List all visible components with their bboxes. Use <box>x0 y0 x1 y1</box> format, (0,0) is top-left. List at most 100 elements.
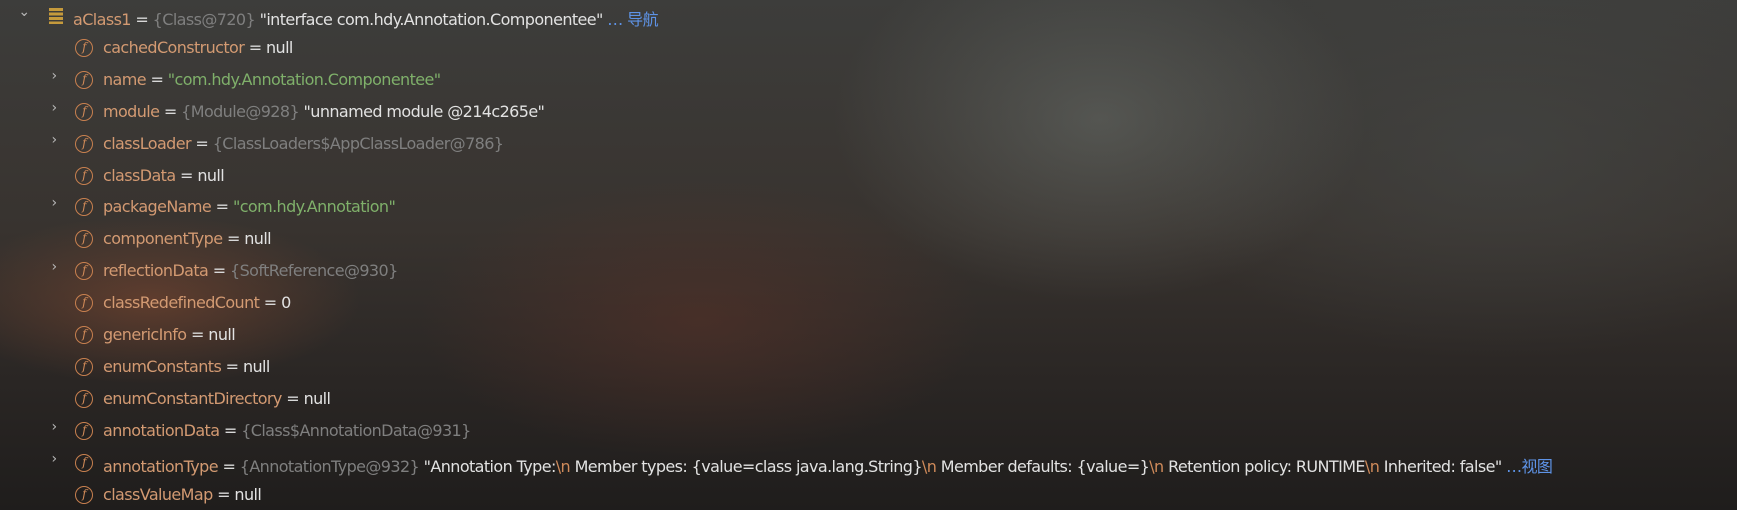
tree-row-reflectionData[interactable]: › f reflectionData = {SoftReference@930} <box>0 256 1737 286</box>
chevron-right-icon[interactable]: › <box>48 420 60 434</box>
tree-row-classValueMap[interactable]: f classValueMap = null <box>0 480 1737 510</box>
field-name: packageName <box>103 197 212 217</box>
field-value: null <box>266 37 293 57</box>
field-value: 0 <box>281 293 291 313</box>
equals-sign: = <box>221 356 243 376</box>
tree-row-genericInfo[interactable]: f genericInfo = null <box>0 320 1737 350</box>
field-value: Inherited: false" <box>1379 456 1502 476</box>
equals-sign: = <box>281 388 304 408</box>
field-icon: f <box>75 389 93 408</box>
equals-sign: = <box>222 229 245 249</box>
field-icon: f <box>75 485 93 504</box>
static-field-stack-icon <box>49 8 63 24</box>
field-name: classLoader <box>103 133 192 153</box>
chevron-right-icon[interactable]: › <box>48 260 60 274</box>
tree-row-classLoader[interactable]: › f classLoader = {ClassLoaders$AppClassLo… <box>0 129 1737 159</box>
escape-sequence: \n <box>921 456 937 476</box>
equals-sign: = <box>219 420 242 440</box>
field-label: enumConstantDirectory = null <box>103 388 331 408</box>
field-icon: f <box>75 357 93 376</box>
field-label: classRedefinedCount = 0 <box>103 293 291 312</box>
field-icon: f <box>75 421 93 440</box>
field-name: module <box>103 101 160 121</box>
chevron-right-icon[interactable]: › <box>48 101 60 115</box>
variable-name: aClass1 <box>73 10 131 29</box>
chevron-right-icon[interactable]: › <box>48 196 60 210</box>
field-icon: f <box>75 102 93 121</box>
equals-sign: = <box>190 133 213 153</box>
field-name: enumConstants <box>103 356 222 376</box>
field-label: cachedConstructor = null <box>103 38 293 57</box>
view-link[interactable]: …视图 <box>1502 457 1553 476</box>
field-value: Retention policy: RUNTIME <box>1163 456 1365 476</box>
field-value: Member types: {value=class java.lang.Str… <box>570 456 923 476</box>
field-value: null <box>234 484 262 504</box>
equals-sign: = <box>145 69 168 89</box>
type-reference: {ClassLoaders$AppClassLoader@786} <box>212 133 504 153</box>
chevron-right-icon[interactable]: › <box>48 69 60 83</box>
field-label: genericInfo = null <box>103 325 236 344</box>
escape-sequence: \n <box>1149 456 1164 476</box>
equals-sign: = <box>211 197 233 217</box>
field-label: classLoader = {ClassLoaders$AppClassLoad… <box>103 133 504 153</box>
chevron-right-icon[interactable]: › <box>48 133 60 147</box>
escape-sequence: \n <box>1364 456 1380 476</box>
field-icon: f <box>75 294 93 313</box>
field-icon: f <box>75 134 93 153</box>
field-value: null <box>303 388 331 408</box>
equals-sign: = <box>244 37 266 57</box>
tree-row-packageName[interactable]: › f packageName = "com.hdy.Annotation" <box>0 192 1737 222</box>
equals-sign: = <box>217 456 240 476</box>
field-name: annotationData <box>103 420 220 440</box>
tree-row-annotationData[interactable]: › f annotationData = {Class$AnnotationData… <box>0 416 1737 446</box>
type-reference: {Class@720} <box>152 10 256 29</box>
type-reference: {Class$AnnotationData@931} <box>241 420 471 440</box>
tree-row-annotationType[interactable]: › f annotationType = {AnnotationType@932} … <box>0 448 1737 478</box>
field-label: classData = null <box>103 165 225 185</box>
field-name: enumConstantDirectory <box>103 388 282 408</box>
tree-row-enumConstantDirectory[interactable]: f enumConstantDirectory = null <box>0 384 1737 414</box>
field-name: cachedConstructor <box>103 37 245 57</box>
field-value: "com.hdy.Annotation.Componentee" <box>167 69 441 89</box>
field-value: "com.hdy.Annotation" <box>232 197 396 217</box>
field-name: classRedefinedCount <box>103 293 260 313</box>
field-value: "Annotation Type: <box>419 456 557 476</box>
field-label: annotationData = {Class$AnnotationData@9… <box>103 421 471 440</box>
tree-row-cachedConstructor[interactable]: f cachedConstructor = null <box>0 33 1737 63</box>
field-value: "unnamed module @214c265e" <box>299 101 545 121</box>
field-label: annotationType = {AnnotationType@932} "A… <box>103 453 1553 477</box>
field-icon: f <box>75 38 93 57</box>
field-value: null <box>244 229 272 249</box>
field-icon: f <box>75 198 93 217</box>
field-value: Member defaults: {value=} <box>936 456 1150 476</box>
equals-sign: = <box>186 325 209 344</box>
field-value: null <box>242 356 270 376</box>
chevron-right-icon[interactable]: › <box>48 452 60 466</box>
tree-row-classRedefinedCount[interactable]: f classRedefinedCount = 0 <box>0 288 1737 318</box>
field-icon: f <box>75 262 93 281</box>
field-icon: f <box>75 326 93 344</box>
tree-row-componentType[interactable]: f componentType = null <box>0 224 1737 254</box>
chevron-down-icon[interactable]: ⌄ <box>18 5 30 19</box>
type-reference: {SoftReference@930} <box>230 261 398 281</box>
field-name: classData <box>103 165 176 185</box>
field-icon: f <box>75 230 93 249</box>
field-name: classValueMap <box>103 484 213 504</box>
tree-row-name[interactable]: › f name = "com.hdy.Annotation.Componentee… <box>0 65 1737 95</box>
tree-row-root[interactable]: ⌄ aClass1 = {Class@720} "interface com.h… <box>0 1 800 31</box>
field-value: null <box>197 165 225 185</box>
field-name: name <box>103 69 147 89</box>
field-label: packageName = "com.hdy.Annotation" <box>103 197 396 217</box>
field-icon: f <box>75 70 93 89</box>
field-value: null <box>208 325 236 344</box>
field-name: reflectionData <box>103 261 209 281</box>
escape-sequence: \n <box>555 456 571 476</box>
tree-row-classData[interactable]: f classData = null <box>0 161 1737 191</box>
field-icon: f <box>75 166 93 185</box>
navigate-link[interactable]: … 导航 <box>607 10 658 29</box>
equals-sign: = <box>208 261 231 281</box>
field-label: classValueMap = null <box>103 484 262 504</box>
tree-row-module[interactable]: › f module = {Module@928} "unnamed module … <box>0 97 1737 127</box>
tree-row-enumConstants[interactable]: f enumConstants = null <box>0 352 1737 382</box>
field-label: reflectionData = {SoftReference@930} <box>103 261 398 280</box>
